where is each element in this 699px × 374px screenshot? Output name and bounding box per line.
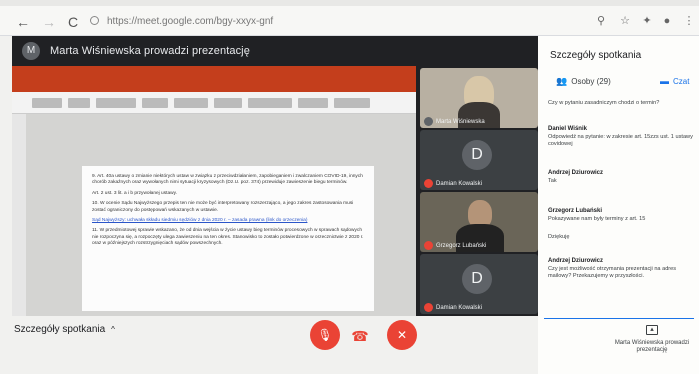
url-text: https://meet.google.com/bgy-xxyx-gnf bbox=[107, 16, 274, 27]
people-icon: 👥 bbox=[556, 76, 568, 86]
presenting-button[interactable]: ▴ Marta Wiśniewska prowadzi prezentację bbox=[612, 318, 692, 354]
powerpoint-ribbon bbox=[12, 66, 416, 92]
participant-tile[interactable]: Grzegorz Lubański bbox=[420, 192, 538, 252]
chat-message: Andrzej Dziurowicz Tak bbox=[548, 170, 604, 184]
leave-call-button[interactable]: ☎ bbox=[350, 326, 370, 346]
participant-tiles: Marta Wiśniewska D Damian Kowalski Grzeg… bbox=[416, 66, 538, 316]
present-screen-icon: ▴ bbox=[646, 325, 658, 335]
forward-button[interactable]: → bbox=[40, 13, 58, 31]
participant-name: Damian Kowalski bbox=[436, 181, 483, 187]
panel-title: Szczegóły spotkania bbox=[550, 50, 642, 61]
chat-message: Czy w pytaniu zasadniczym chodzi o termi… bbox=[548, 100, 660, 106]
mic-off-icon bbox=[424, 179, 433, 188]
slide-paragraph: 11. W przedmiotowej sprawie wskazano, że… bbox=[92, 228, 364, 247]
camera-toggle-button[interactable]: ✕ bbox=[387, 320, 417, 350]
reload-button[interactable]: C bbox=[64, 13, 82, 31]
camera-off-icon: ✕ bbox=[396, 328, 408, 342]
tab-people[interactable]: 👥 Osoby (29) bbox=[556, 76, 611, 87]
presenting-label: Marta Wiśniewska prowadzi prezentację bbox=[50, 45, 250, 57]
tab-chat[interactable]: ▬ Czat bbox=[660, 76, 689, 86]
address-bar[interactable]: https://meet.google.com/bgy-xxyx-gnf bbox=[90, 13, 420, 30]
mic-icon bbox=[424, 117, 433, 126]
extension-icon[interactable]: ✦ bbox=[640, 14, 654, 28]
hang-up-icon: ☎ bbox=[351, 328, 369, 344]
back-button[interactable]: ← bbox=[14, 13, 32, 31]
mic-toggle-button[interactable]: 🎙 bbox=[310, 320, 340, 350]
presenter-header: M Marta Wiśniewska prowadzi prezentację bbox=[12, 36, 538, 66]
chat-message: Andrzej Dziurowicz Czy jest możliwość ot… bbox=[548, 258, 677, 279]
mic-off-icon: 🎙 bbox=[317, 328, 333, 342]
slide-paragraph: 9. Art. 40a ustawy o zmianie niektórych … bbox=[92, 174, 363, 186]
participant-tile[interactable]: D Damian Kowalski bbox=[420, 254, 538, 314]
mic-off-icon bbox=[424, 241, 433, 250]
chat-message: Dziękuję bbox=[548, 234, 570, 240]
participant-tile[interactable]: Marta Wiśniewska bbox=[420, 68, 538, 128]
slide-paragraph: Art. 2 ust. 3 lit. a i b przywołanej ust… bbox=[92, 190, 177, 196]
meeting-stage: M Marta Wiśniewska prowadzi prezentację … bbox=[12, 36, 538, 316]
meeting-details-toggle[interactable]: Szczegóły spotkania ^ bbox=[14, 324, 115, 335]
participant-avatar: D bbox=[462, 140, 492, 170]
slide-link[interactable]: Sąd Najwyższy: uchwała składu siedmiu sę… bbox=[92, 218, 364, 224]
chevron-up-icon: ^ bbox=[111, 325, 115, 334]
slide-thumbnails bbox=[12, 114, 26, 316]
slide-content: 9. Art. 40a ustawy o zmianie niektórych … bbox=[82, 166, 374, 311]
participant-tile[interactable]: D Damian Kowalski bbox=[420, 130, 538, 190]
presenter-avatar: M bbox=[22, 42, 40, 60]
lock-icon bbox=[90, 16, 99, 25]
slide-paragraph: 10. W ocenie Sądu Najwyższego przepis te… bbox=[92, 201, 354, 213]
profile-icon[interactable]: ● bbox=[660, 14, 674, 28]
participant-name: Damian Kowalski bbox=[436, 305, 483, 311]
chat-icon: ▬ bbox=[660, 76, 669, 86]
panel-tabs: 👥 Osoby (29) ▬ Czat bbox=[538, 76, 699, 94]
browser-toolbar: ← → C https://meet.google.com/bgy-xxyx-g… bbox=[0, 0, 699, 36]
shared-screen: 9. Art. 40a ustawy o zmianie niektórych … bbox=[12, 66, 416, 316]
participant-name: Grzegorz Lubański bbox=[436, 243, 487, 249]
powerpoint-toolbar bbox=[12, 92, 416, 114]
participant-avatar: D bbox=[462, 264, 492, 294]
key-icon[interactable]: ⚲ bbox=[594, 14, 608, 28]
tab-strip bbox=[0, 0, 699, 6]
mic-off-icon bbox=[424, 303, 433, 312]
chat-message: Grzegorz Lubański Pokazywane nam były te… bbox=[548, 208, 646, 222]
menu-icon[interactable]: ⋮ bbox=[682, 14, 696, 28]
star-icon[interactable]: ☆ bbox=[618, 14, 632, 28]
participant-name: Marta Wiśniewska bbox=[436, 119, 485, 125]
chat-message: Daniel Wiśnik Odpowiedź na pytanie: w za… bbox=[548, 126, 693, 147]
